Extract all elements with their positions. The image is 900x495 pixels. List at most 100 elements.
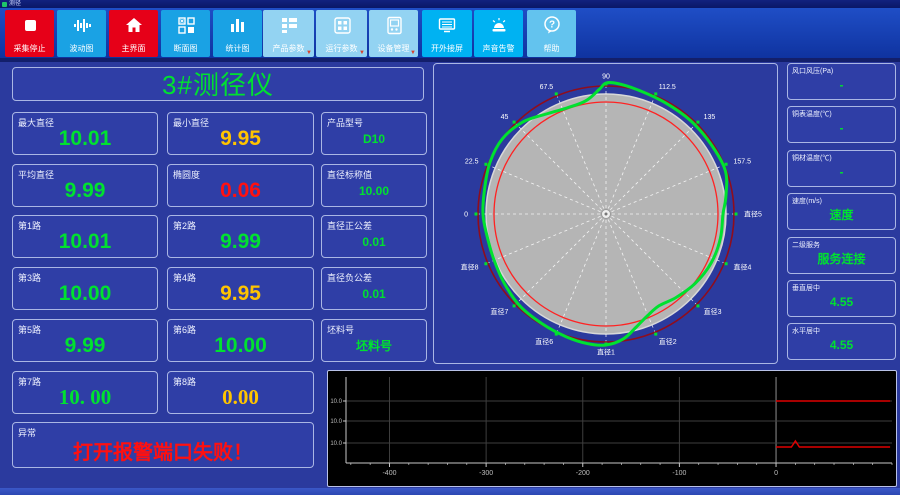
toolbar-button-external-screen[interactable]: 开外接屏 — [422, 10, 472, 57]
spoke-marker — [604, 342, 608, 346]
toolbar-button-product-params[interactable]: 产品参数 ▼ — [263, 10, 314, 57]
metric-value-channel-7: 10. 00 — [58, 385, 112, 409]
x-tick-label: 0 — [774, 470, 778, 477]
alarm-icon — [492, 18, 505, 32]
x-tick-label: -300 — [479, 470, 493, 477]
y-tick-label: 10.0 — [330, 419, 342, 425]
polar-angle-label: 直径6 — [535, 337, 553, 346]
question-icon: ? — [543, 16, 560, 34]
metric-value-nominal-diameter: 10.00 — [358, 183, 390, 198]
metric-max-diameter: 最大直径 10.01 — [12, 112, 158, 155]
toolbar-button-stop-acquisition[interactable]: 采集停止 — [5, 10, 54, 57]
toolbar-button-main-screen[interactable]: 主界面 — [109, 10, 158, 57]
metric-value-channel-2: 9.99 — [220, 229, 261, 253]
toolbar-button-fluctuation-chart[interactable]: 波动图 — [57, 10, 106, 57]
metric-avg-diameter: 平均直径 9.99 — [12, 164, 158, 207]
toolbar-button-sound-alarm[interactable]: 声音告警 — [474, 10, 523, 57]
list-icon — [281, 18, 297, 33]
x-tick-label: -100 — [672, 470, 686, 477]
metric-value-channel-6: 10.00 — [214, 333, 267, 357]
toolbar-label-help: 帮助 — [543, 44, 560, 53]
status-value-speed: 速度 — [829, 208, 854, 222]
polar-angle-label: 直径5 — [744, 210, 762, 219]
bars-icon — [230, 19, 244, 32]
status-panel-horizontal-center: 水平居中 4.55 — [787, 323, 896, 360]
metric-tolerance-plus: 直径正公差 0.01 — [321, 215, 427, 258]
spoke-marker — [604, 82, 608, 86]
metric-product-model: 产品型号 D10 — [321, 112, 427, 155]
status-value-air-pressure: - — [839, 77, 844, 92]
window-footer — [0, 488, 900, 495]
toolbar-button-help[interactable]: ? 帮助 — [527, 10, 576, 57]
polar-angle-label: 135 — [704, 114, 716, 121]
status-panel-secondary-service: 二级服务 服务连接 — [787, 237, 896, 274]
toolbar-button-section-chart[interactable]: 断面图 — [161, 10, 210, 57]
app-icon — [2, 1, 7, 7]
spoke-marker — [724, 262, 728, 266]
metric-ovality: 椭圆度 0.06 — [167, 164, 314, 207]
metric-value-channel-4: 9.95 — [220, 281, 261, 305]
toolbar-label-product-params: 产品参数 — [272, 44, 305, 53]
toolbar: 采集停止 波动图 主界面 断面图 统计图 产品参数 ▼ 运行参数 ▼ 设备管理 ▼ 开外接屏 声音告警?… — [0, 8, 900, 62]
metric-value-ovality: 0.06 — [220, 178, 261, 202]
spoke-marker — [554, 92, 558, 96]
metric-value-channel-8: 0.00 — [222, 385, 259, 409]
metric-value-product-model: D10 — [362, 131, 385, 146]
toolbar-button-statistics-chart[interactable]: 统计图 — [213, 10, 262, 57]
abnormal-message: 打开报警端口失败！ — [73, 441, 253, 464]
metric-channel-5: 第5路 9.99 — [12, 319, 158, 362]
toolbar-button-run-params[interactable]: 运行参数 ▼ — [316, 10, 367, 57]
polar-angle-label: 直径2 — [659, 337, 677, 346]
polar-angle-label: 112.5 — [659, 84, 676, 91]
spoke-marker — [512, 304, 516, 308]
stop-icon — [24, 20, 36, 31]
toolbar-button-device-management[interactable]: 设备管理 ▼ — [369, 10, 418, 57]
polar-angle-label: 直径7 — [490, 307, 508, 316]
metric-value-channel-1: 10.01 — [58, 229, 112, 253]
trend-series-trace-lower — [776, 439, 891, 448]
status-value-secondary-service: 服务连接 — [817, 252, 866, 266]
trend-chart-panel: -400 -300 -200 -100 0 10.0 10.0 10.0 — [327, 370, 897, 487]
toolbar-label-sound-alarm: 声音告警 — [482, 44, 515, 53]
status-panel-vertical-center: 垂直居中 4.55 — [787, 280, 896, 317]
spoke-marker — [734, 212, 738, 216]
x-tick-label: -200 — [576, 470, 590, 477]
toolbar-label-stop-acquisition: 采集停止 — [13, 44, 46, 53]
cross-section-polar-chart: 0 22.5 45 67.5 90 112.5 135 157.5 直径5 直径4 直径3 直径2 直径… — [461, 74, 762, 357]
y-tick-label: 10.0 — [330, 441, 342, 447]
spoke-marker — [484, 162, 488, 166]
spoke-marker — [474, 212, 478, 216]
status-value-surface-temp: - — [839, 120, 844, 135]
metric-value-min-diameter: 9.95 — [220, 126, 261, 150]
titlebar: 测径 — [0, 0, 900, 8]
metric-channel-1: 第1路 10.01 — [12, 215, 158, 258]
toolbar-label-statistics-chart: 统计图 — [225, 44, 250, 53]
toolbar-label-fluctuation-chart: 波动图 — [69, 44, 94, 53]
gauge-title: 3#测径仪 — [162, 69, 274, 100]
status-panel-surface-temp: 铜表温度(℃) - — [787, 106, 896, 143]
metric-channel-8: 第8路 0.00 — [167, 371, 314, 414]
toolbar-label-main-screen: 主界面 — [121, 44, 146, 53]
metric-min-diameter: 最小直径 9.95 — [167, 112, 314, 155]
spoke-marker — [696, 120, 700, 124]
spoke-marker — [724, 162, 728, 166]
polar-angle-label: 直径1 — [597, 348, 615, 357]
metric-value-tolerance-plus: 0.01 — [362, 234, 386, 249]
metric-tolerance-minus: 直径负公差 0.01 — [321, 267, 427, 310]
toolbar-label-external-screen: 开外接屏 — [431, 44, 463, 53]
spoke-marker — [696, 304, 700, 308]
toolbar-label-run-params: 运行参数 — [325, 44, 358, 53]
polar-angle-label: 直径4 — [734, 262, 752, 271]
dropdown-caret-icon: ▼ — [359, 50, 365, 56]
metric-value-channel-3: 10.00 — [58, 281, 112, 305]
metric-channel-3: 第3路 10.00 — [12, 267, 158, 310]
metric-channel-6: 第6路 10.00 — [167, 319, 314, 362]
sections-icon — [177, 17, 195, 34]
polar-angle-label: 157.5 — [734, 159, 752, 166]
polar-center-dot — [604, 212, 608, 216]
grid-icon — [333, 17, 351, 34]
polar-angle-label: 90 — [602, 74, 610, 81]
gauge-title-box: 3#测径仪 — [12, 67, 424, 101]
trend-strip-chart: -400 -300 -200 -100 0 10.0 10.0 10.0 — [330, 377, 893, 477]
spoke-marker — [512, 120, 516, 124]
